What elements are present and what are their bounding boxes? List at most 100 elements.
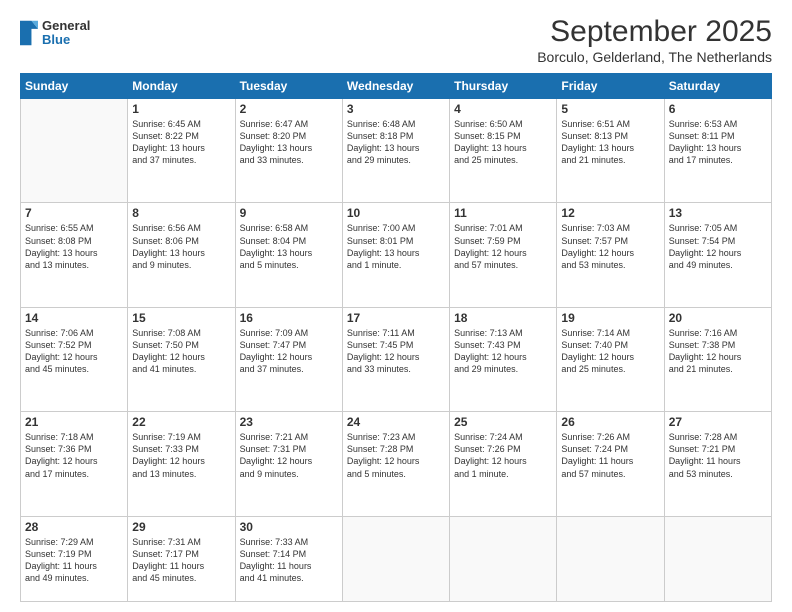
day-number: 7 [25, 206, 123, 220]
calendar-cell: 24 Sunrise: 7:23 AM Sunset: 7:28 PM Dayli… [342, 412, 449, 516]
week-row: 7 Sunrise: 6:55 AM Sunset: 8:08 PM Daylig… [21, 203, 772, 307]
day-number: 18 [454, 311, 552, 325]
calendar-cell: 14 Sunrise: 7:06 AM Sunset: 7:52 PM Dayli… [21, 307, 128, 411]
day-number: 30 [240, 520, 338, 534]
calendar-cell: 15 Sunrise: 7:08 AM Sunset: 7:50 PM Dayli… [128, 307, 235, 411]
col-header-monday: Monday [128, 74, 235, 99]
calendar-cell: 13 Sunrise: 7:05 AM Sunset: 7:54 PM Dayli… [664, 203, 771, 307]
cell-details: Sunrise: 7:31 AM Sunset: 7:17 PM Dayligh… [132, 536, 230, 585]
calendar-cell: 20Sunrise: 7:16 AM Sunset: 7:38 PM Dayli… [664, 307, 771, 411]
day-number: 25 [454, 415, 552, 429]
day-number: 27 [669, 415, 767, 429]
cell-details: Sunrise: 6:48 AM Sunset: 8:18 PM Dayligh… [347, 118, 445, 167]
calendar-subtitle: Borculo, Gelderland, The Netherlands [537, 49, 772, 65]
cell-details: Sunrise: 7:09 AM Sunset: 7:47 PM Dayligh… [240, 327, 338, 376]
week-row: 14 Sunrise: 7:06 AM Sunset: 7:52 PM Dayli… [21, 307, 772, 411]
day-number: 1 [132, 102, 230, 116]
cell-details: Sunrise: 6:47 AM Sunset: 8:20 PM Dayligh… [240, 118, 338, 167]
calendar-cell: 16 Sunrise: 7:09 AM Sunset: 7:47 PM Dayli… [235, 307, 342, 411]
calendar-cell [664, 516, 771, 601]
logo: General Blue [20, 19, 90, 48]
cell-details: Sunrise: 7:26 AM Sunset: 7:24 PM Dayligh… [561, 431, 659, 480]
day-number: 22 [132, 415, 230, 429]
calendar-cell: 27Sunrise: 7:28 AM Sunset: 7:21 PM Dayli… [664, 412, 771, 516]
week-row: 21 Sunrise: 7:18 AM Sunset: 7:36 PM Dayli… [21, 412, 772, 516]
calendar-cell: 17 Sunrise: 7:11 AM Sunset: 7:45 PM Dayli… [342, 307, 449, 411]
calendar-cell: 8Sunrise: 6:56 AM Sunset: 8:06 PM Daylig… [128, 203, 235, 307]
cell-details: Sunrise: 7:16 AM Sunset: 7:38 PM Dayligh… [669, 327, 767, 376]
week-row: 1 Sunrise: 6:45 AM Sunset: 8:22 PM Daylig… [21, 99, 772, 203]
cell-details: Sunrise: 6:55 AM Sunset: 8:08 PM Dayligh… [25, 222, 123, 271]
calendar-cell: 18 Sunrise: 7:13 AM Sunset: 7:43 PM Dayli… [450, 307, 557, 411]
col-header-thursday: Thursday [450, 74, 557, 99]
cell-details: Sunrise: 7:23 AM Sunset: 7:28 PM Dayligh… [347, 431, 445, 480]
calendar-cell [450, 516, 557, 601]
col-header-sunday: Sunday [21, 74, 128, 99]
cell-details: Sunrise: 7:29 AM Sunset: 7:19 PM Dayligh… [25, 536, 123, 585]
cell-details: Sunrise: 7:21 AM Sunset: 7:31 PM Dayligh… [240, 431, 338, 480]
calendar-cell: 2Sunrise: 6:47 AM Sunset: 8:20 PM Daylig… [235, 99, 342, 203]
day-number: 11 [454, 206, 552, 220]
calendar-cell: 25 Sunrise: 7:24 AM Sunset: 7:26 PM Dayli… [450, 412, 557, 516]
cell-details: Sunrise: 6:56 AM Sunset: 8:06 PM Dayligh… [132, 222, 230, 271]
calendar-cell: 6 Sunrise: 6:53 AM Sunset: 8:11 PM Daylig… [664, 99, 771, 203]
calendar-cell: 19 Sunrise: 7:14 AM Sunset: 7:40 PM Dayli… [557, 307, 664, 411]
logo-general: General [42, 19, 90, 33]
calendar-cell: 26 Sunrise: 7:26 AM Sunset: 7:24 PM Dayli… [557, 412, 664, 516]
calendar-table: SundayMondayTuesdayWednesdayThursdayFrid… [20, 73, 772, 602]
day-number: 21 [25, 415, 123, 429]
calendar-cell: 1 Sunrise: 6:45 AM Sunset: 8:22 PM Daylig… [128, 99, 235, 203]
cell-details: Sunrise: 7:08 AM Sunset: 7:50 PM Dayligh… [132, 327, 230, 376]
logo-text: General Blue [42, 19, 90, 48]
col-header-tuesday: Tuesday [235, 74, 342, 99]
day-number: 17 [347, 311, 445, 325]
calendar-cell: 22 Sunrise: 7:19 AM Sunset: 7:33 PM Dayli… [128, 412, 235, 516]
cell-details: Sunrise: 7:06 AM Sunset: 7:52 PM Dayligh… [25, 327, 123, 376]
calendar-cell: 28 Sunrise: 7:29 AM Sunset: 7:19 PM Dayli… [21, 516, 128, 601]
calendar-cell: 12Sunrise: 7:03 AM Sunset: 7:57 PM Dayli… [557, 203, 664, 307]
day-number: 26 [561, 415, 659, 429]
calendar-cell: 9 Sunrise: 6:58 AM Sunset: 8:04 PM Daylig… [235, 203, 342, 307]
day-number: 13 [669, 206, 767, 220]
day-number: 24 [347, 415, 445, 429]
day-number: 14 [25, 311, 123, 325]
cell-details: Sunrise: 7:11 AM Sunset: 7:45 PM Dayligh… [347, 327, 445, 376]
cell-details: Sunrise: 7:33 AM Sunset: 7:14 PM Dayligh… [240, 536, 338, 585]
day-number: 19 [561, 311, 659, 325]
header-row: SundayMondayTuesdayWednesdayThursdayFrid… [21, 74, 772, 99]
cell-details: Sunrise: 6:53 AM Sunset: 8:11 PM Dayligh… [669, 118, 767, 167]
day-number: 9 [240, 206, 338, 220]
cell-details: Sunrise: 7:24 AM Sunset: 7:26 PM Dayligh… [454, 431, 552, 480]
day-number: 12 [561, 206, 659, 220]
week-row: 28 Sunrise: 7:29 AM Sunset: 7:19 PM Dayli… [21, 516, 772, 601]
day-number: 10 [347, 206, 445, 220]
cell-details: Sunrise: 7:01 AM Sunset: 7:59 PM Dayligh… [454, 222, 552, 271]
calendar-cell: 10Sunrise: 7:00 AM Sunset: 8:01 PM Dayli… [342, 203, 449, 307]
day-number: 15 [132, 311, 230, 325]
calendar-cell: 21 Sunrise: 7:18 AM Sunset: 7:36 PM Dayli… [21, 412, 128, 516]
logo-icon [20, 19, 38, 47]
cell-details: Sunrise: 7:05 AM Sunset: 7:54 PM Dayligh… [669, 222, 767, 271]
calendar-title: September 2025 [537, 15, 772, 49]
cell-details: Sunrise: 6:58 AM Sunset: 8:04 PM Dayligh… [240, 222, 338, 271]
cell-details: Sunrise: 7:18 AM Sunset: 7:36 PM Dayligh… [25, 431, 123, 480]
cell-details: Sunrise: 6:50 AM Sunset: 8:15 PM Dayligh… [454, 118, 552, 167]
calendar-cell: 29Sunrise: 7:31 AM Sunset: 7:17 PM Dayli… [128, 516, 235, 601]
col-header-saturday: Saturday [664, 74, 771, 99]
cell-details: Sunrise: 7:19 AM Sunset: 7:33 PM Dayligh… [132, 431, 230, 480]
day-number: 6 [669, 102, 767, 116]
day-number: 5 [561, 102, 659, 116]
cell-details: Sunrise: 7:14 AM Sunset: 7:40 PM Dayligh… [561, 327, 659, 376]
day-number: 28 [25, 520, 123, 534]
calendar-cell [342, 516, 449, 601]
page: General Blue September 2025 Borculo, Gel… [0, 0, 792, 612]
cell-details: Sunrise: 7:13 AM Sunset: 7:43 PM Dayligh… [454, 327, 552, 376]
calendar-cell: 7 Sunrise: 6:55 AM Sunset: 8:08 PM Daylig… [21, 203, 128, 307]
calendar-cell: 4 Sunrise: 6:50 AM Sunset: 8:15 PM Daylig… [450, 99, 557, 203]
day-number: 4 [454, 102, 552, 116]
day-number: 16 [240, 311, 338, 325]
cell-details: Sunrise: 6:45 AM Sunset: 8:22 PM Dayligh… [132, 118, 230, 167]
header: General Blue September 2025 Borculo, Gel… [20, 15, 772, 65]
cell-details: Sunrise: 6:51 AM Sunset: 8:13 PM Dayligh… [561, 118, 659, 167]
calendar-cell: 5 Sunrise: 6:51 AM Sunset: 8:13 PM Daylig… [557, 99, 664, 203]
